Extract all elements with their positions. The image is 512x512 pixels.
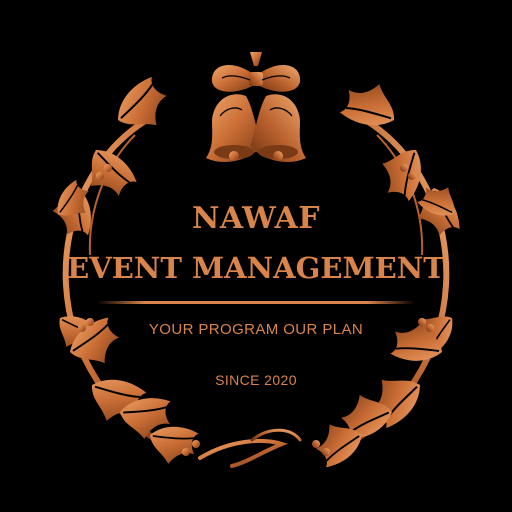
- since-year: SINCE 2020: [215, 372, 297, 388]
- logo-canvas: NAWAF EVENT MANAGEMENT YOUR PROGRAM OUR …: [0, 0, 512, 512]
- holly-berry-icon: [104, 164, 112, 172]
- holly-berry-icon: [322, 448, 330, 456]
- bottom-swirl: [198, 428, 302, 468]
- brand-name: NAWAF: [191, 201, 321, 236]
- divider-line: [97, 301, 415, 304]
- holly-berry-icon: [192, 440, 200, 448]
- holly-berry-icon: [312, 440, 320, 448]
- bell-icon: [250, 94, 306, 162]
- holly-leaf-icon: [335, 71, 407, 140]
- holly-berry-icon: [400, 164, 408, 172]
- brand-subtitle: EVENT MANAGEMENT: [67, 251, 445, 285]
- bell-icon: [206, 94, 262, 162]
- bow-icon: [211, 52, 301, 92]
- holly-berry-icon: [96, 172, 104, 180]
- holly-leaf-icon: [106, 73, 179, 142]
- tagline: YOUR PROGRAM OUR PLAN: [148, 321, 364, 338]
- holly-berry-icon: [182, 448, 190, 456]
- holly-berry-icon: [408, 172, 416, 180]
